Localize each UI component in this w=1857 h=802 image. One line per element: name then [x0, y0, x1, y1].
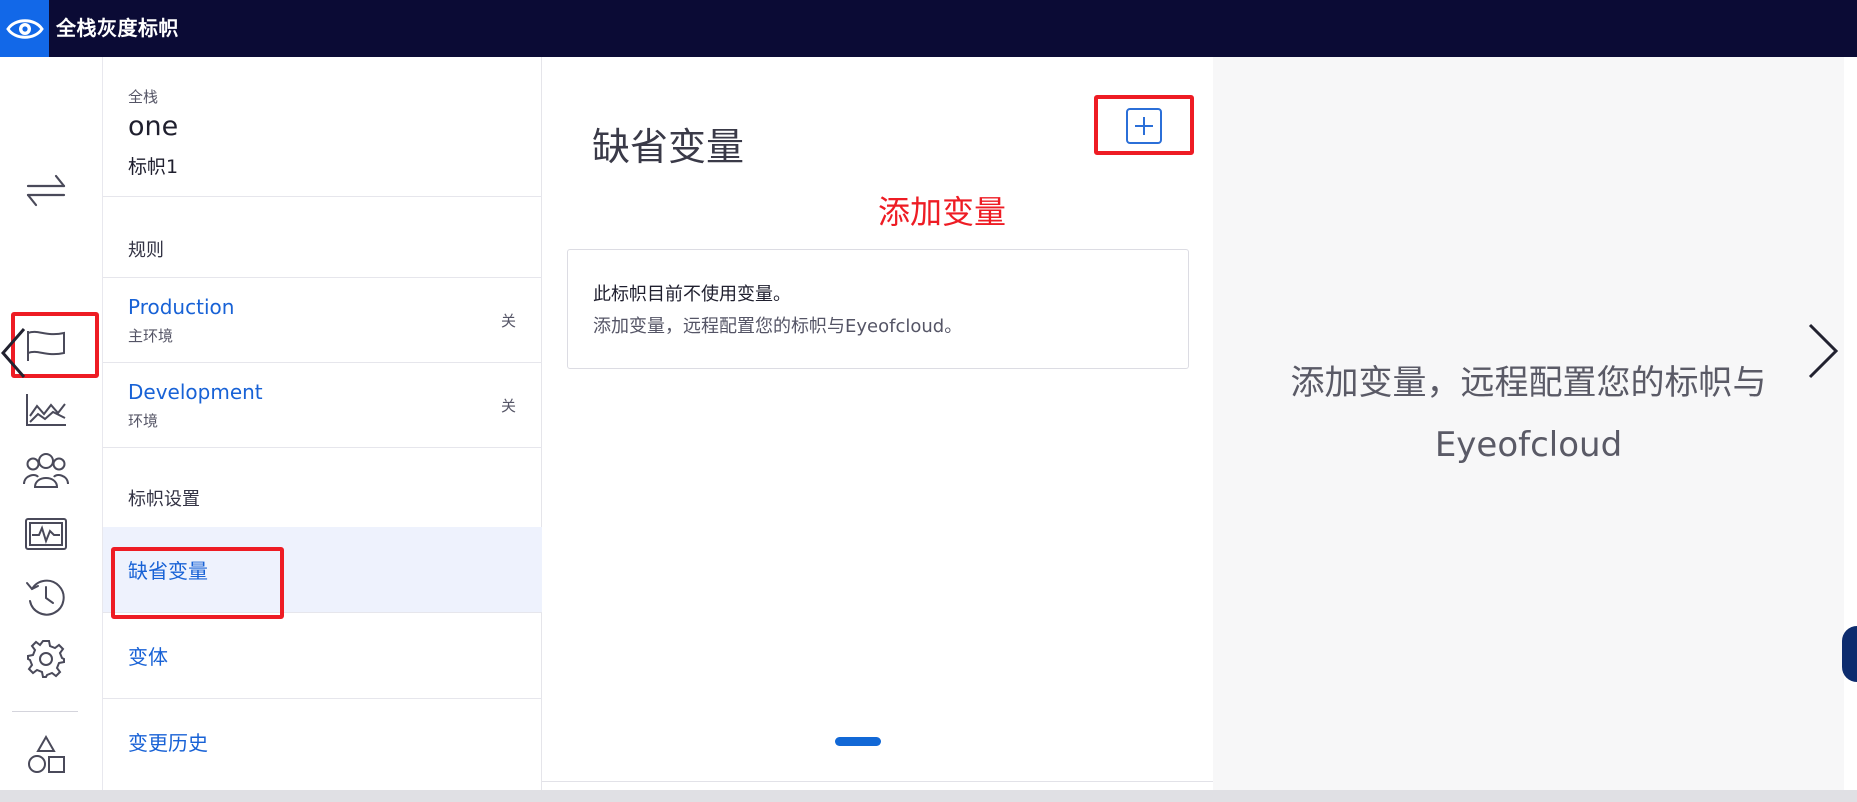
- rail-divider: [12, 711, 78, 712]
- annotation-highlight-nav: [111, 547, 284, 619]
- divider: [542, 781, 1213, 782]
- help-panel: 添加变量，远程配置您的标帜与 Eyeofcloud: [1213, 57, 1844, 790]
- eye-logo-icon[interactable]: [0, 0, 49, 57]
- users-icon[interactable]: [22, 448, 70, 492]
- flag-key: one: [128, 111, 179, 142]
- env-status: 关: [500, 397, 516, 415]
- nav-variations[interactable]: 变体: [103, 613, 542, 698]
- shapes-icon[interactable]: [22, 733, 70, 777]
- chevron-right-icon[interactable]: [1806, 323, 1840, 379]
- breadcrumb[interactable]: 全栈: [128, 86, 158, 107]
- empty-state-title: 此标帜目前不使用变量。: [593, 284, 791, 305]
- page-title: 缺省变量: [592, 125, 745, 169]
- env-status: 关: [500, 312, 516, 330]
- icon-rail: [0, 57, 103, 790]
- divider: [103, 447, 542, 448]
- rules-section-label: 规则: [128, 240, 164, 261]
- help-text: 添加变量，远程配置您的标帜与 Eyeofcloud: [1213, 352, 1844, 476]
- floating-help-bubble[interactable]: [1842, 626, 1857, 682]
- flag-nav-panel: 全栈 one 标帜1 规则 Production 主环境 关 Developme…: [103, 57, 542, 790]
- settings-gear-icon[interactable]: [22, 637, 70, 681]
- scroll-indicator[interactable]: [835, 737, 881, 746]
- env-type: 主环境: [128, 327, 174, 345]
- env-name[interactable]: Development: [128, 380, 263, 404]
- help-text-line1: 添加变量，远程配置您的标帜与: [1290, 363, 1767, 403]
- top-bar: 全栈灰度标帜: [0, 0, 1857, 57]
- nav-label: 变更历史: [128, 731, 208, 755]
- empty-state-description: 添加变量，远程配置您的标帜与Eyeofcloud。: [593, 316, 963, 337]
- main-content: 缺省变量 添加变量 此标帜目前不使用变量。 添加变量，远程配置您的标帜与Eyeo…: [542, 57, 1213, 790]
- chart-line-icon[interactable]: [22, 388, 70, 432]
- empty-state-card: 此标帜目前不使用变量。 添加变量，远程配置您的标帜与Eyeofcloud。: [567, 249, 1189, 369]
- monitor-pulse-icon[interactable]: [22, 512, 70, 556]
- chevron-left-icon[interactable]: [0, 327, 28, 379]
- taskbar-strip: [0, 790, 1857, 802]
- annotation-highlight-add: [1094, 95, 1194, 155]
- env-row-development[interactable]: Development 环境 关: [103, 363, 542, 447]
- env-name[interactable]: Production: [128, 295, 234, 319]
- help-text-line2: Eyeofcloud: [1434, 425, 1623, 465]
- nav-change-history[interactable]: 变更历史: [103, 699, 542, 784]
- flag-settings-section-label: 标帜设置: [128, 489, 200, 510]
- app-title: 全栈灰度标帜: [56, 16, 179, 40]
- annotation-label: 添加变量: [878, 193, 1007, 231]
- history-icon[interactable]: [22, 575, 70, 619]
- flag-name: 标帜1: [128, 156, 179, 178]
- swap-icon[interactable]: [22, 168, 70, 212]
- env-type: 环境: [128, 412, 159, 430]
- divider: [103, 196, 542, 197]
- nav-label: 变体: [128, 645, 168, 669]
- env-row-production[interactable]: Production 主环境 关: [103, 278, 542, 362]
